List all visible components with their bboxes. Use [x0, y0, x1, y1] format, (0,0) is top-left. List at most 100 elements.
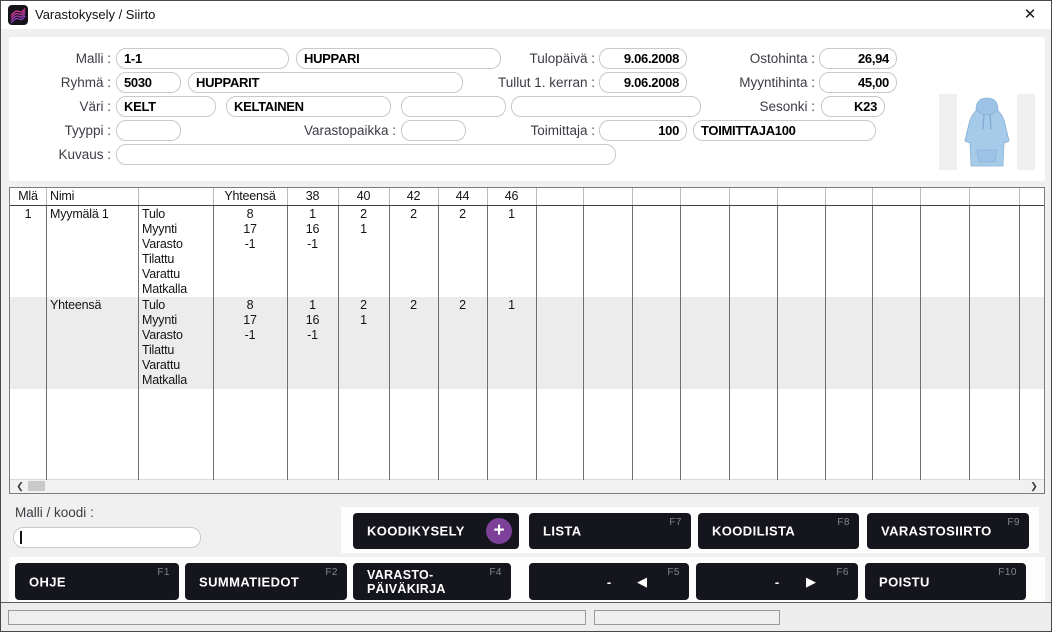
column-gridline	[536, 188, 537, 205]
cell	[213, 267, 287, 282]
tullut-field[interactable]	[599, 72, 687, 93]
fkey-label: F4	[489, 567, 502, 578]
summatiedot-button[interactable]: SUMMATIEDOT F2	[185, 563, 347, 600]
row-type-label: Matkalla	[142, 373, 187, 388]
row-type-label: Tulo	[142, 207, 165, 222]
cell: 2	[338, 207, 389, 222]
fkey-label: F7	[669, 517, 682, 528]
ostohinta-field[interactable]	[819, 48, 897, 69]
col-header-yhteensa: Yhteensä	[213, 188, 287, 205]
row-type-label: Matkalla	[142, 282, 187, 297]
image-edge-bar	[939, 94, 957, 170]
column-gridline	[872, 188, 873, 205]
koodilista-button[interactable]: KOODILISTA F8	[698, 513, 859, 549]
ohje-button[interactable]: OHJE F1	[15, 563, 179, 600]
fkey-label: F1	[157, 567, 170, 578]
varastopaikka-label: Varastopaikka :	[286, 120, 396, 142]
cell	[487, 222, 536, 237]
varastopaikka-field[interactable]	[401, 120, 466, 141]
plus-icon: +	[486, 518, 512, 544]
ostohinta-label: Ostohinta :	[705, 48, 815, 70]
cell	[487, 252, 536, 267]
table-subrow: Tilattu	[10, 252, 1044, 267]
row-type-label: Varattu	[142, 267, 180, 282]
cell	[389, 267, 438, 282]
cell	[338, 252, 389, 267]
malli-code-field[interactable]	[116, 48, 289, 69]
store-group-row[interactable]: 1 Myymälä 1 Tulo812221 Myynti17161 Varas…	[10, 207, 1044, 297]
sesonki-label: Sesonki :	[705, 96, 815, 118]
vari-extra1-field[interactable]	[401, 96, 506, 117]
cell	[438, 252, 487, 267]
next-button[interactable]: - ▶ F6	[696, 563, 858, 600]
column-gridline	[969, 188, 970, 205]
cell	[438, 237, 487, 252]
column-gridline	[632, 188, 633, 205]
col-header-size-46: 46	[487, 188, 536, 205]
lista-button[interactable]: LISTA F7	[529, 513, 691, 549]
cell: 2	[438, 207, 487, 222]
vari-extra2-field[interactable]	[511, 96, 701, 117]
scroll-left-icon[interactable]: ❮	[12, 480, 28, 492]
row-type-label: Varattu	[142, 358, 180, 373]
cell: 1	[287, 207, 338, 222]
toimittaja-name-field[interactable]	[693, 120, 876, 141]
tullut-label: Tullut 1. kerran :	[465, 72, 595, 94]
hscroll-thumb[interactable]	[28, 481, 45, 491]
product-image	[937, 91, 1037, 173]
sesonki-field[interactable]	[821, 96, 885, 117]
malli-koodi-input[interactable]	[13, 527, 201, 548]
vari-name-field[interactable]	[226, 96, 391, 117]
vari-code-field[interactable]	[116, 96, 216, 117]
horizontal-scrollbar[interactable]: ❮ ❯	[10, 479, 1044, 493]
app-logo-icon	[8, 5, 28, 25]
ryhma-name-field[interactable]	[188, 72, 463, 93]
cell	[338, 267, 389, 282]
cell	[438, 343, 487, 358]
ryhma-code-field[interactable]	[116, 72, 181, 93]
cell	[389, 222, 438, 237]
summary-group-row[interactable]: Yhteensä Tulo812221 Myynti17161 Varasto-…	[10, 298, 1044, 388]
cell	[338, 237, 389, 252]
col-header-nimi: Nimi	[50, 188, 74, 205]
col-header-mla: Mlä	[10, 188, 46, 205]
cell	[487, 358, 536, 373]
tulopaiva-field[interactable]	[599, 48, 687, 69]
text-cursor	[20, 531, 22, 544]
cell	[438, 267, 487, 282]
scroll-right-icon[interactable]: ❯	[1026, 480, 1042, 492]
cell	[287, 252, 338, 267]
close-icon[interactable]: ✕	[1017, 1, 1043, 29]
myyntihinta-field[interactable]	[819, 72, 897, 93]
cell: 17	[213, 313, 287, 328]
poistu-button[interactable]: POISTU F10	[865, 563, 1026, 600]
row-type-label: Tulo	[142, 298, 165, 313]
cell	[213, 343, 287, 358]
previous-button[interactable]: - ◀ F5	[529, 563, 689, 600]
row-type-label: Varasto	[142, 237, 183, 252]
titlebar: Varastokysely / Siirto ✕	[1, 1, 1051, 30]
cell: 1	[338, 313, 389, 328]
cell	[287, 358, 338, 373]
vari-label: Väri :	[21, 96, 111, 118]
table-subrow: Myynti17161	[10, 313, 1044, 328]
cell: 2	[389, 207, 438, 222]
fkey-label: F10	[998, 567, 1017, 578]
koodikysely-button[interactable]: KOODIKYSELY +	[353, 513, 519, 549]
myyntihinta-label: Myyntihinta :	[705, 72, 815, 94]
cell	[389, 328, 438, 343]
varastopaivakirja-button[interactable]: VARASTO-PÄIVÄKIRJA F4	[353, 563, 511, 600]
cell	[438, 328, 487, 343]
cell	[438, 222, 487, 237]
fkey-label: F8	[837, 517, 850, 528]
stock-table: Mlä Nimi Yhteensä 38 40 42 44 46 1 Myymä…	[9, 187, 1045, 494]
malli-label: Malli :	[21, 48, 111, 70]
col-header-size-44: 44	[438, 188, 487, 205]
toimittaja-code-field[interactable]	[599, 120, 687, 141]
tyyppi-field[interactable]	[116, 120, 181, 141]
col-header-size-42: 42	[389, 188, 438, 205]
status-box-2	[594, 610, 780, 625]
cell	[389, 237, 438, 252]
kuvaus-field[interactable]	[116, 144, 616, 165]
varastosiirto-button[interactable]: VARASTOSIIRTO F9	[867, 513, 1029, 549]
